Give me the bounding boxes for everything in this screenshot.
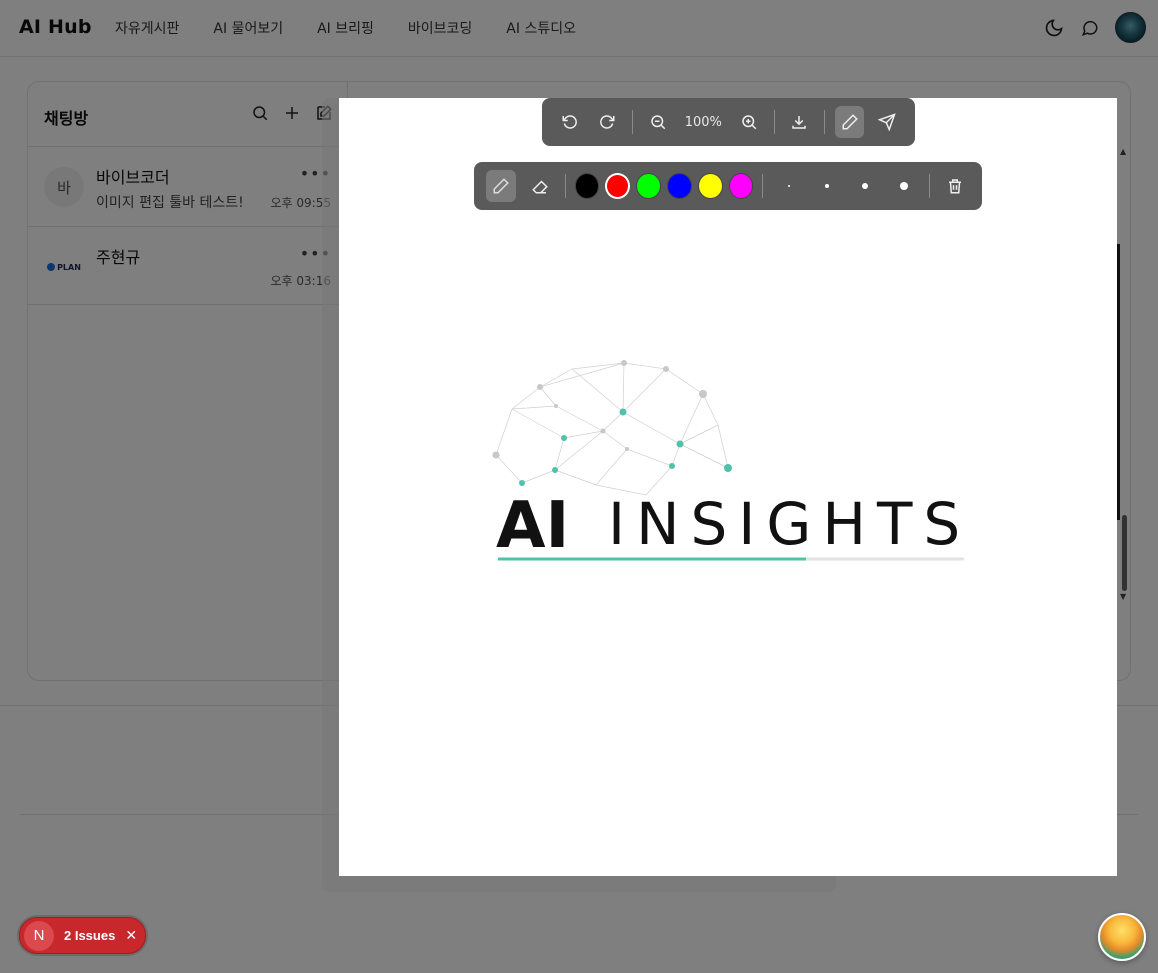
eraser-icon[interactable] (524, 170, 554, 202)
toolbar-divider (564, 174, 566, 198)
download-icon[interactable] (784, 106, 814, 138)
brush-size-1[interactable] (773, 170, 803, 202)
color-swatch-magenta[interactable] (728, 173, 754, 199)
zoom-out-icon[interactable] (643, 106, 673, 138)
scrollbar-thumb[interactable] (1122, 515, 1127, 591)
zoom-level: 100% (684, 114, 722, 130)
send-icon[interactable] (872, 106, 902, 138)
color-swatch-red[interactable] (605, 173, 631, 199)
floating-assistant-button[interactable] (1098, 913, 1146, 961)
issues-label: 2 Issues (64, 928, 116, 943)
draw-mode-pencil-icon[interactable] (834, 106, 865, 138)
undo-icon[interactable] (555, 106, 585, 138)
ai-insights-image: AI INSIGHTS (492, 360, 971, 563)
color-swatch-blue[interactable] (667, 173, 692, 199)
drawing-toolbar (474, 162, 982, 210)
zoom-in-icon[interactable] (734, 106, 764, 138)
color-swatch-green[interactable] (636, 173, 662, 199)
close-icon[interactable]: ✕ (125, 928, 137, 944)
brush-size-2[interactable] (812, 170, 842, 202)
scroll-track (1117, 244, 1120, 520)
brush-size-3[interactable] (850, 170, 880, 202)
pen-tool-icon[interactable] (486, 170, 517, 202)
scroll-up-icon[interactable]: ▲ (1120, 147, 1126, 156)
toolbar-divider (632, 110, 633, 134)
toolbar-divider (773, 110, 775, 134)
brush-size-4[interactable] (888, 170, 918, 202)
scroll-down-icon[interactable]: ▼ (1120, 592, 1126, 601)
issues-badge[interactable]: N 2 Issues ✕ (19, 917, 146, 954)
toolbar-divider (824, 110, 825, 134)
color-swatch-black[interactable] (574, 173, 600, 199)
trash-icon[interactable] (940, 170, 970, 202)
redo-icon[interactable] (593, 106, 623, 138)
toolbar-divider (928, 174, 930, 198)
image-word-insights: INSIGHTS (608, 490, 971, 558)
image-word-ai: AI (496, 489, 569, 563)
color-swatch-yellow[interactable] (697, 173, 723, 199)
issues-logo: N (24, 920, 54, 951)
image-editor-toolbar: 100% (542, 98, 915, 146)
toolbar-divider (762, 174, 764, 198)
